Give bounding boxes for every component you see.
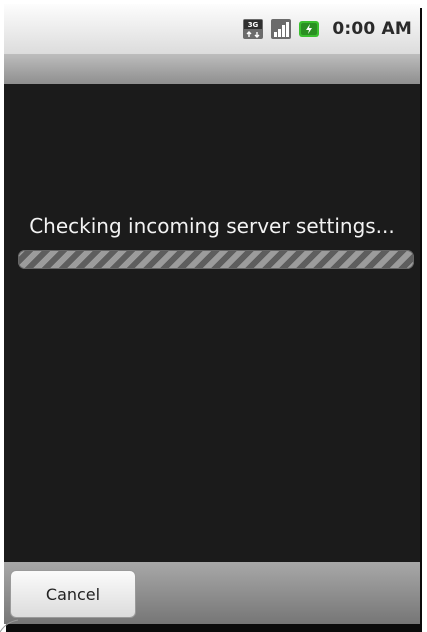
signal-icon	[271, 19, 292, 39]
status-time: 0:00 AM	[332, 19, 412, 39]
svg-text:3G: 3G	[248, 21, 259, 29]
status-icons: 3G 0:00 AM	[242, 18, 412, 40]
screenshot-frame: 3G 0:00 AM Checking incoming server sett…	[0, 0, 427, 632]
status-bar: 3G 0:00 AM	[4, 4, 420, 54]
3g-icon: 3G	[243, 19, 264, 39]
battery-charging-icon	[299, 21, 320, 37]
indeterminate-progress-bar	[18, 250, 414, 269]
bottom-button-bar: Cancel	[4, 562, 420, 624]
status-message: Checking incoming server settings...	[29, 214, 395, 238]
cancel-button[interactable]: Cancel	[10, 570, 136, 618]
content-area: Checking incoming server settings...	[4, 84, 420, 562]
title-bar	[4, 54, 420, 84]
